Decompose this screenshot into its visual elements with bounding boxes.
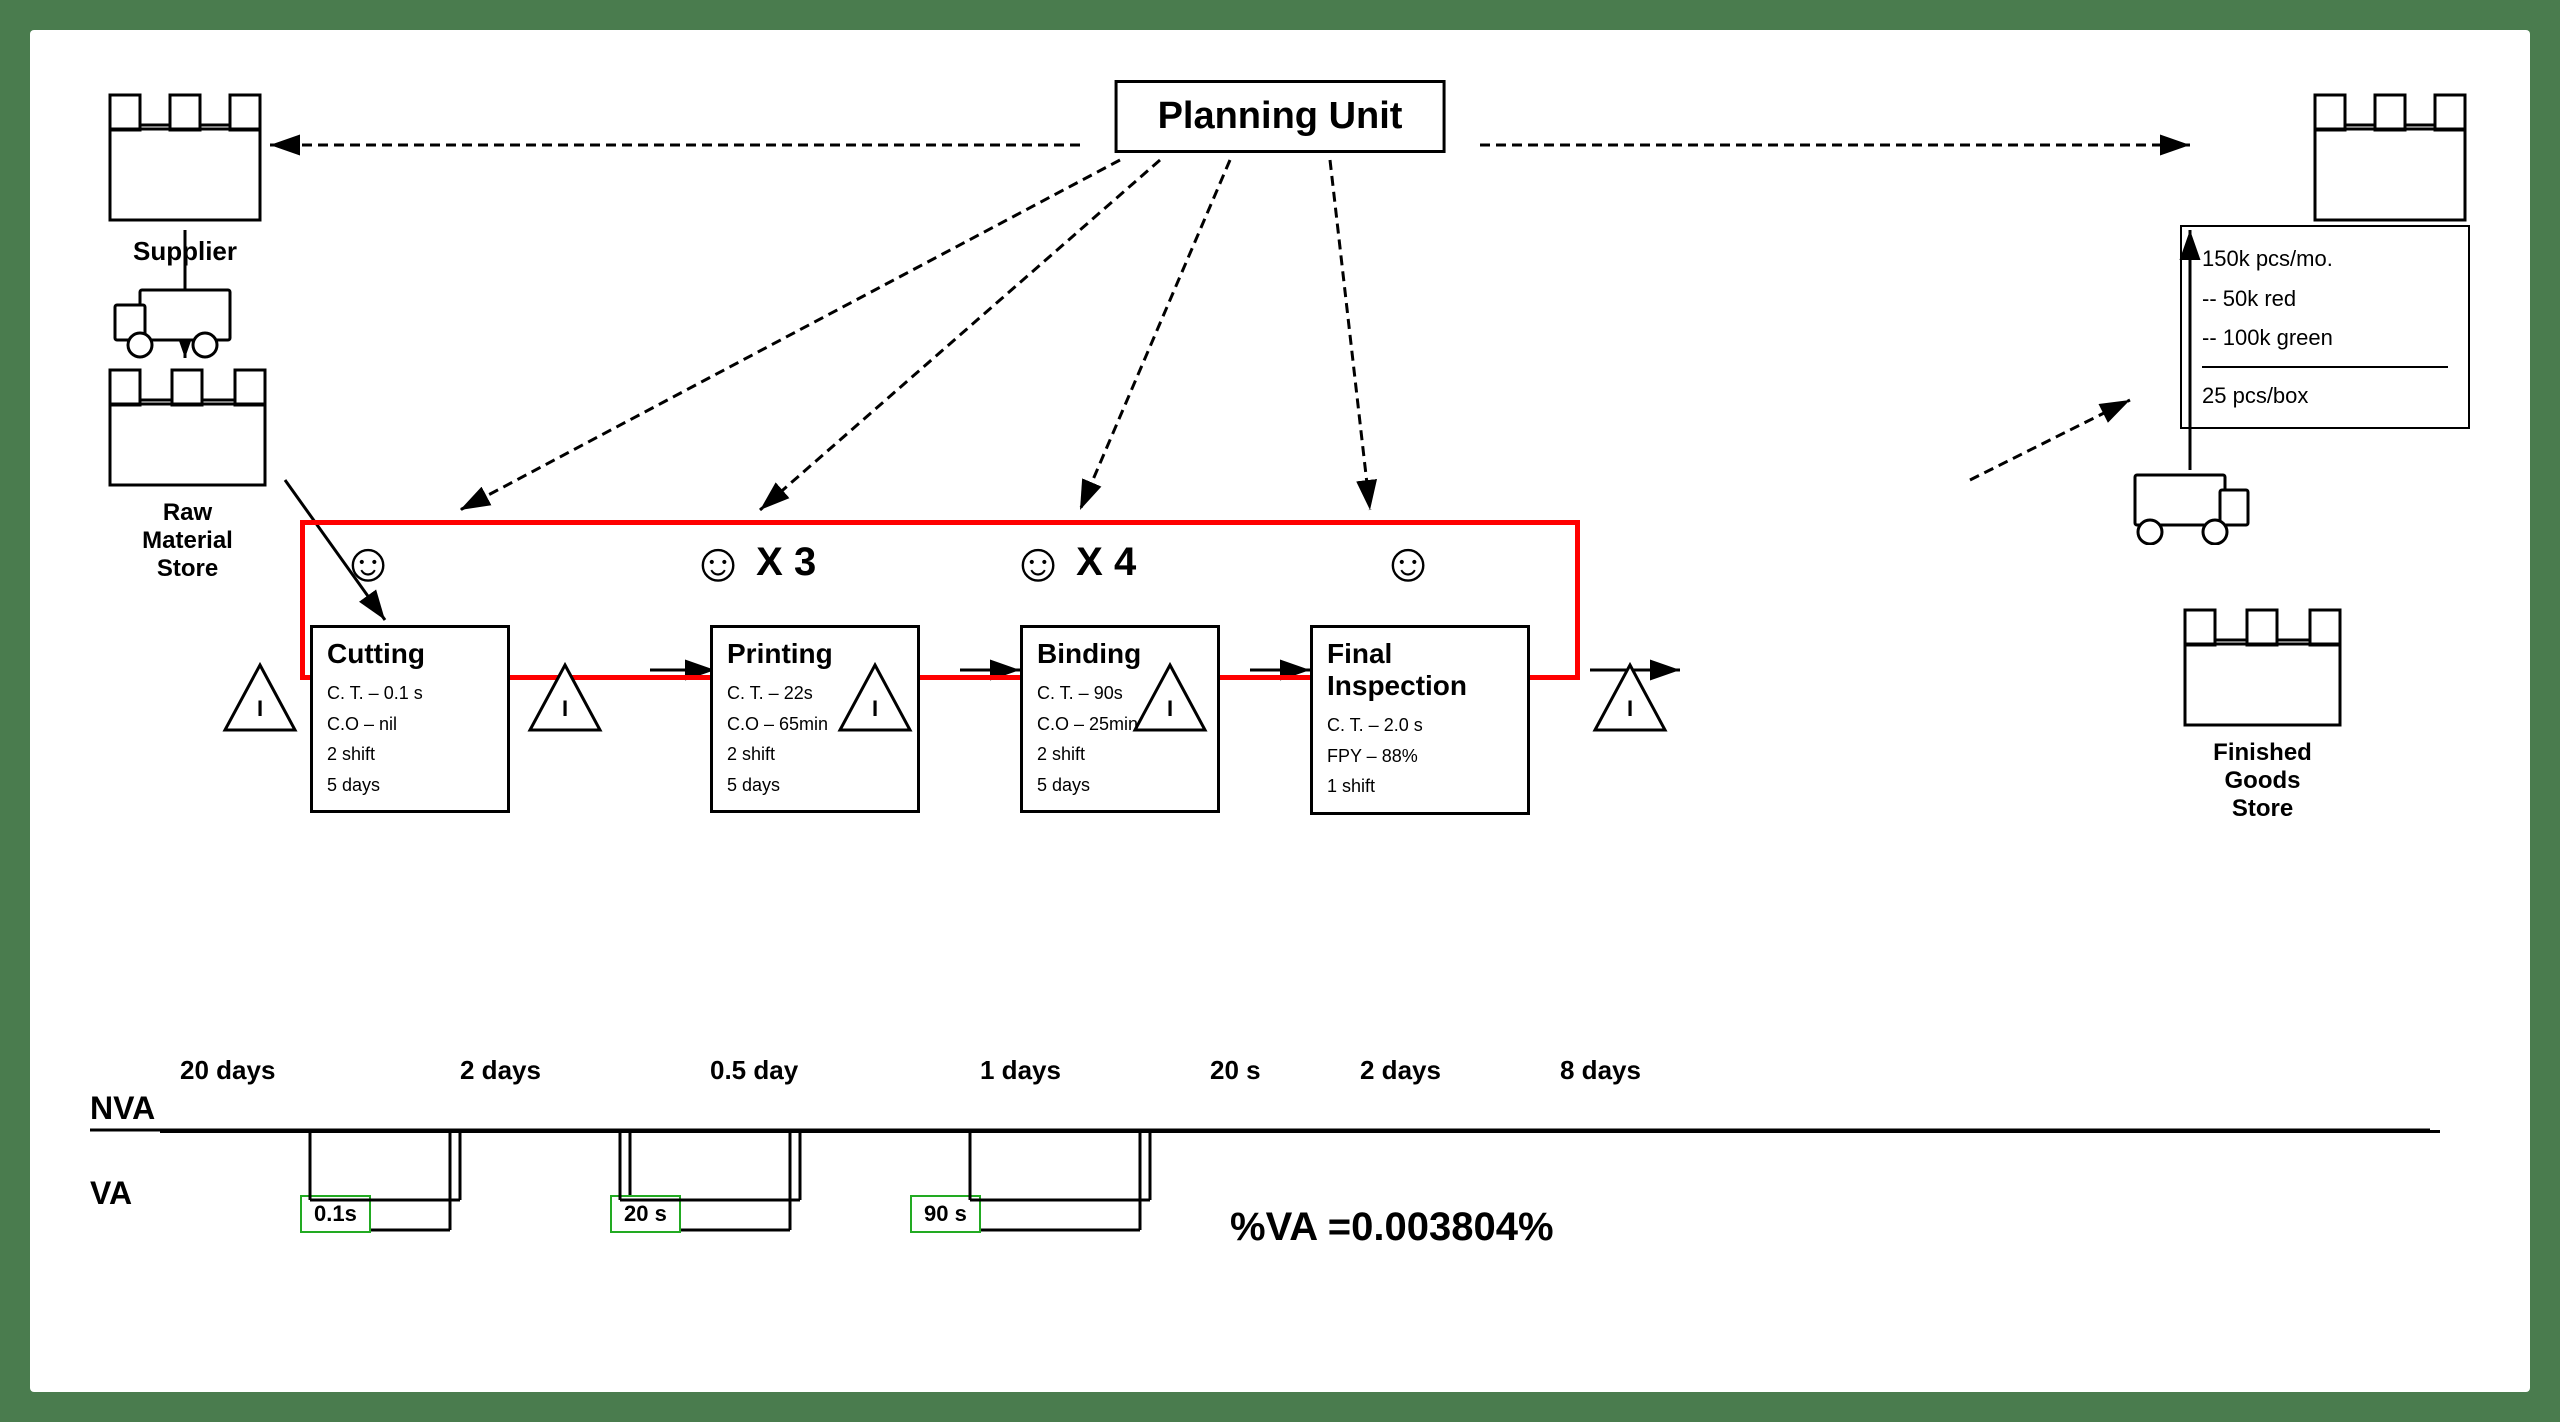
nva-time-3: 0.5 day <box>710 1055 798 1086</box>
nva-time-7: 8 days <box>1560 1055 1641 1086</box>
customer-info-box: 150k pcs/mo. -- 50k red -- 100k green 25… <box>2180 225 2470 429</box>
nva-timeline-line <box>160 1130 2440 1133</box>
finished-goods-label: FinishedGoodsStore <box>2175 739 2350 823</box>
operator-binding-multiplier: X 4 <box>1076 540 1136 585</box>
customer-info-separator <box>2202 366 2448 368</box>
customer-factory-icon <box>2305 85 2475 225</box>
operator-cutting: ☺ <box>340 530 396 594</box>
operator-printing-icon: ☺ <box>690 530 746 594</box>
inventory-printing-binding: I <box>835 660 915 745</box>
svg-text:I: I <box>562 696 568 721</box>
va-time-box-2: 20 s <box>610 1195 681 1233</box>
nva-time-5: 20 s <box>1210 1055 1261 1086</box>
svg-text:I: I <box>872 696 878 721</box>
customer-info-line1: 150k pcs/mo. <box>2202 239 2448 279</box>
raw-material-factory-icon <box>100 360 275 490</box>
operator-binding: ☺ X 4 <box>1010 530 1136 594</box>
final-inspection-process-details: C. T. – 2.0 sFPY – 88%1 shift <box>1327 710 1513 802</box>
cutting-process-name: Cutting <box>327 638 493 670</box>
truck-icon <box>110 285 240 360</box>
inventory-cutting-printing: I <box>525 660 605 745</box>
inventory-triangle-icon-2: I <box>525 660 605 740</box>
inventory-triangle-icon-5: I <box>1590 660 1670 740</box>
svg-text:I: I <box>1627 696 1633 721</box>
finished-goods-store: FinishedGoodsStore <box>2175 600 2350 823</box>
operator-binding-icon: ☺ <box>1010 530 1066 594</box>
va-time-box-3: 90 s <box>910 1195 981 1233</box>
supplier-factory-icon <box>100 85 270 225</box>
va-label: VA <box>90 1175 132 1212</box>
inventory-final-finished: I <box>1590 660 1670 745</box>
customer-info-line2: -- 50k red <box>2202 279 2448 319</box>
inventory-triangle-icon: I <box>220 660 300 740</box>
operator-final-inspection: ☺ <box>1380 530 1436 594</box>
svg-text:I: I <box>257 696 263 721</box>
operator-printing: ☺ X 3 <box>690 530 816 594</box>
customer-info-line4: 25 pcs/box <box>2202 376 2448 416</box>
supplier-label: Supplier <box>100 236 270 267</box>
raw-material-label: RawMaterialStore <box>100 499 275 583</box>
inventory-before-cutting: I <box>220 660 300 745</box>
nva-time-6: 2 days <box>1360 1055 1441 1086</box>
final-inspection-process-box: FinalInspection C. T. – 2.0 sFPY – 88%1 … <box>1310 625 1530 815</box>
inventory-triangle-icon-3: I <box>835 660 915 740</box>
supplier-block: Supplier <box>100 85 270 267</box>
inventory-binding-final: I <box>1130 660 1210 745</box>
raw-material-store: RawMaterialStore <box>100 360 275 583</box>
va-time-box-1: 0.1s <box>300 1195 371 1233</box>
nva-time-4: 1 days <box>980 1055 1061 1086</box>
finished-goods-factory-icon <box>2175 600 2350 730</box>
planning-unit-box: Planning Unit <box>1115 80 1446 153</box>
nva-label: NVA <box>90 1090 155 1127</box>
final-inspection-process-name: FinalInspection <box>1327 638 1513 702</box>
operator-printing-multiplier: X 3 <box>756 540 816 585</box>
cutting-process-details: C. T. – 0.1 sC.O – nil2 shift5 days <box>327 678 493 800</box>
customer-truck <box>2125 470 2255 550</box>
svg-text:I: I <box>1167 696 1173 721</box>
va-percent: %VA =0.003804% <box>1230 1205 1554 1250</box>
nva-time-2: 2 days <box>460 1055 541 1086</box>
customer-info-line3: -- 100k green <box>2202 318 2448 358</box>
cutting-process-box: Cutting C. T. – 0.1 sC.O – nil2 shift5 d… <box>310 625 510 813</box>
planning-unit-label: Planning Unit <box>1158 95 1403 137</box>
customer-truck-icon <box>2125 470 2255 545</box>
supplier-truck <box>110 285 240 365</box>
nva-time-1: 20 days <box>180 1055 275 1086</box>
inventory-triangle-icon-4: I <box>1130 660 1210 740</box>
